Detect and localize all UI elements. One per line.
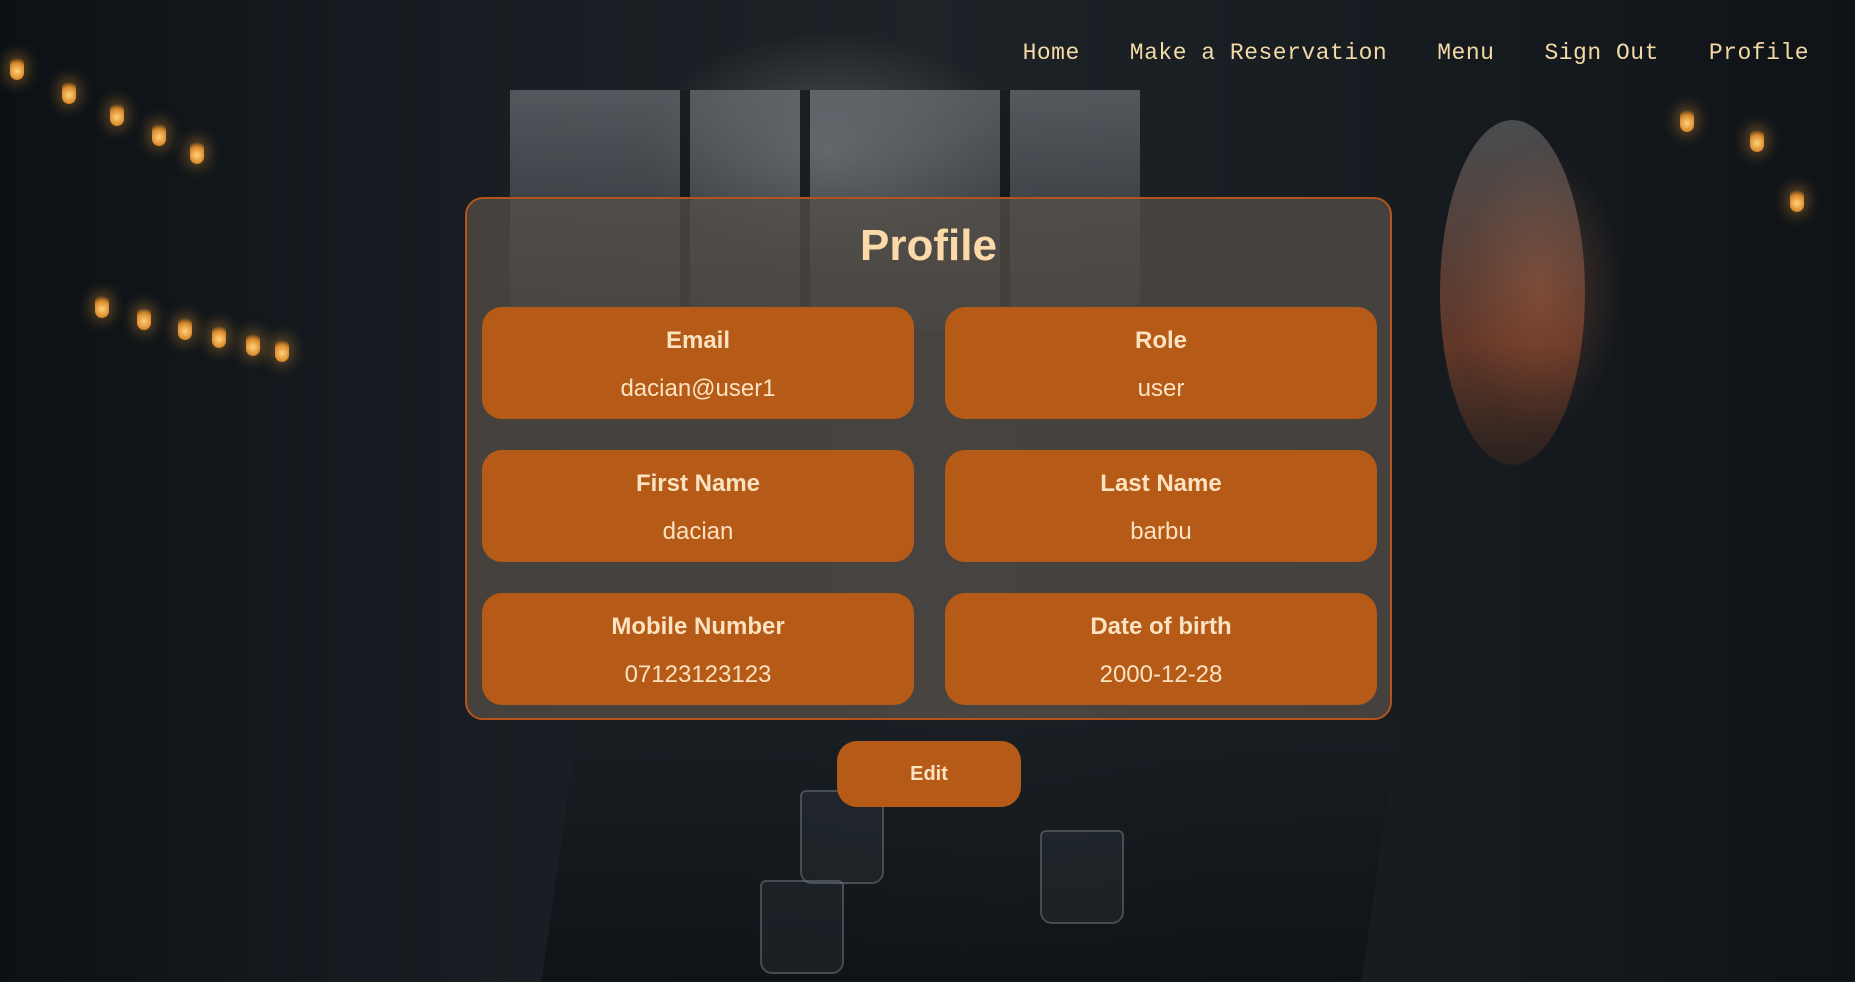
first-name-field: First Name dacian [482, 450, 914, 562]
lamp-icon [178, 318, 192, 340]
nav-reservation-link[interactable]: Make a Reservation [1130, 40, 1387, 66]
lamp-icon [1750, 130, 1764, 152]
lamp-icon [95, 296, 109, 318]
email-field: Email dacian@user1 [482, 307, 914, 419]
profile-card: Profile Email dacian@user1 Role user Fir… [465, 197, 1392, 720]
lamp-icon [1790, 190, 1804, 212]
lamp-icon [62, 82, 76, 104]
date-of-birth-label: Date of birth [1090, 613, 1232, 640]
top-nav: Home Make a Reservation Menu Sign Out Pr… [1023, 40, 1809, 66]
lamp-icon [212, 326, 226, 348]
mobile-number-field: Mobile Number 07123123123 [482, 593, 914, 705]
nav-home-link[interactable]: Home [1023, 40, 1080, 66]
lamp-icon [190, 142, 204, 164]
lamp-icon [110, 104, 124, 126]
lamp-icon [1680, 110, 1694, 132]
email-value: dacian@user1 [620, 375, 776, 402]
nav-sign-out-link[interactable]: Sign Out [1544, 40, 1658, 66]
lamp-icon [275, 340, 289, 362]
first-name-label: First Name [635, 470, 761, 497]
lamp-icon [137, 308, 151, 330]
page-title: Profile [860, 221, 997, 270]
background-mirror [1440, 120, 1585, 465]
mobile-number-label: Mobile Number [611, 613, 785, 640]
background-glass [1040, 830, 1124, 924]
lamp-icon [10, 58, 24, 80]
nav-menu-link[interactable]: Menu [1437, 40, 1494, 66]
nav-profile-link[interactable]: Profile [1709, 40, 1809, 66]
last-name-value: barbu [1130, 518, 1192, 545]
mobile-number-value: 07123123123 [624, 661, 772, 688]
role-field: Role user [945, 307, 1377, 419]
last-name-field: Last Name barbu [945, 450, 1377, 562]
lamp-icon [246, 334, 260, 356]
role-label: Role [1134, 327, 1187, 354]
date-of-birth-field: Date of birth 2000-12-28 [945, 593, 1377, 705]
edit-button[interactable]: Edit [837, 741, 1021, 807]
first-name-value: dacian [662, 518, 734, 545]
page: Home Make a Reservation Menu Sign Out Pr… [0, 0, 1855, 982]
lamp-icon [152, 124, 166, 146]
email-label: Email [665, 327, 731, 354]
last-name-label: Last Name [1100, 470, 1222, 497]
background-glass [760, 880, 844, 974]
date-of-birth-value: 2000-12-28 [1099, 661, 1223, 688]
role-value: user [1137, 375, 1185, 402]
